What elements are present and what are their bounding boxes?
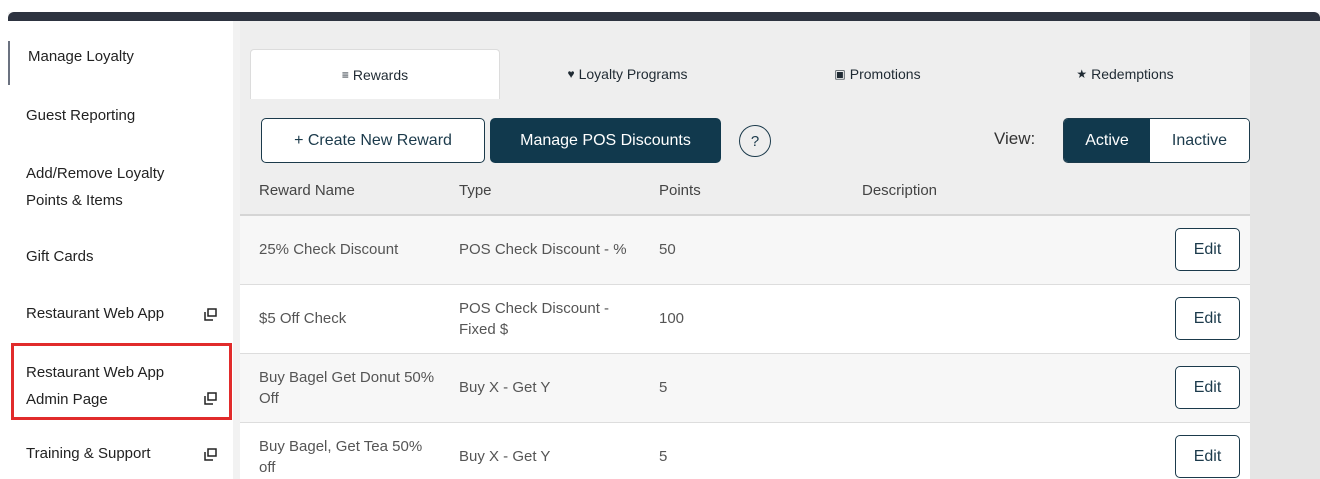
reward-type: POS Check Discount - Fixed $ [440, 284, 640, 354]
list-icon: ≡ [341, 67, 349, 82]
reward-points: 50 [640, 215, 843, 285]
tab-redemptions[interactable]: ★ Redemptions [1000, 49, 1250, 99]
reward-actions: Edit [1143, 353, 1250, 423]
toolbar: + Create New Reward Manage POS Discounts… [240, 99, 1250, 167]
external-link-icon [204, 448, 217, 461]
column-header-actions [1143, 167, 1250, 216]
column-header: Type [440, 167, 640, 216]
reward-actions: Edit [1143, 422, 1250, 479]
sidebar-item-label: Training & Support [26, 445, 151, 462]
right-panel [1250, 21, 1320, 479]
sidebar-item-label: Restaurant Web App [26, 305, 165, 322]
edit-button[interactable]: Edit [1175, 228, 1240, 272]
tab-loyalty-programs[interactable]: ♥ Loyalty Programs [500, 49, 755, 99]
column-header: Description [843, 167, 1143, 216]
view-toggle: Active Inactive [1063, 118, 1250, 163]
help-icon[interactable]: ? [739, 125, 771, 157]
sidebar-item-label-line2: Points & Items [26, 192, 123, 209]
reward-description [843, 422, 1143, 479]
reward-points: 5 [640, 422, 843, 479]
tab-bar: ≡ Rewards ♥ Loyalty Programs ▣ Promotion… [240, 49, 1250, 99]
main-content: ≡ Rewards ♥ Loyalty Programs ▣ Promotion… [240, 21, 1250, 479]
sidebar-item-label: Manage Loyalty [28, 48, 134, 65]
rewards-table: Reward Name Type Points Description 25% … [240, 167, 1250, 479]
table-row: 25% Check Discount POS Check Discount - … [240, 215, 1250, 285]
gift-icon: ▣ [834, 67, 846, 81]
edit-button[interactable]: Edit [1175, 366, 1240, 409]
sidebar-item-training-support[interactable]: Training & Support [8, 441, 233, 467]
manage-pos-discounts-button[interactable]: Manage POS Discounts [490, 118, 721, 163]
star-icon: ★ [1076, 67, 1088, 81]
tab-label: Rewards [352, 66, 409, 83]
view-inactive-button[interactable]: Inactive [1150, 119, 1249, 162]
column-header: Reward Name [240, 167, 440, 216]
top-bar [8, 12, 1320, 21]
table-row: Buy Bagel Get Donut 50% Off Buy X - Get … [240, 353, 1250, 423]
edit-button[interactable]: Edit [1175, 297, 1240, 340]
rewards-panel: + Create New Reward Manage POS Discounts… [240, 99, 1250, 479]
edit-button[interactable]: Edit [1175, 435, 1240, 478]
reward-name: Buy Bagel Get Donut 50% Off [240, 353, 440, 423]
sidebar-item-label: Gift Cards [26, 248, 94, 265]
view-label: View: [994, 129, 1036, 148]
reward-points: 100 [640, 284, 843, 354]
sidebar-item-gift-cards[interactable]: Gift Cards [8, 244, 233, 270]
tab-rewards[interactable]: ≡ Rewards [250, 49, 500, 99]
reward-description [843, 215, 1143, 285]
reward-actions: Edit [1143, 284, 1250, 354]
tab-promotions[interactable]: ▣ Promotions [755, 49, 1000, 99]
create-new-reward-button[interactable]: + Create New Reward [261, 118, 485, 163]
highlight-box [11, 343, 232, 420]
tab-label: Promotions [849, 66, 921, 82]
reward-type: Buy X - Get Y [440, 353, 640, 423]
reward-name: Buy Bagel, Get Tea 50% off [240, 422, 440, 479]
app-frame: Manage Loyalty Guest Reporting Add/Remov… [8, 12, 1320, 479]
table-header-row: Reward Name Type Points Description [240, 167, 1250, 216]
reward-actions: Edit [1143, 215, 1250, 285]
table-row: $5 Off Check POS Check Discount - Fixed … [240, 284, 1250, 354]
reward-name: 25% Check Discount [240, 215, 440, 285]
tab-label: Redemptions [1091, 66, 1174, 82]
view-active-button[interactable]: Active [1064, 119, 1150, 162]
sidebar-item-restaurant-web-app[interactable]: Restaurant Web App [8, 301, 233, 327]
reward-name: $5 Off Check [240, 284, 440, 354]
tab-label: Loyalty Programs [578, 66, 688, 82]
sidebar-item-manage-loyalty[interactable]: Manage Loyalty [8, 41, 233, 85]
sidebar-item-add-remove-points[interactable]: Add/Remove Loyalty Points & Items [8, 160, 233, 214]
reward-type: POS Check Discount - % [440, 215, 640, 285]
reward-points: 5 [640, 353, 843, 423]
external-link-icon [204, 308, 217, 321]
sidebar-item-label: Guest Reporting [26, 107, 136, 124]
column-header: Points [640, 167, 843, 216]
sidebar-item-label: Add/Remove Loyalty [26, 165, 165, 182]
sidebar-item-guest-reporting[interactable]: Guest Reporting [8, 103, 233, 129]
reward-type: Buy X - Get Y [440, 422, 640, 479]
reward-description [843, 353, 1143, 423]
heart-icon: ♥ [567, 67, 575, 81]
table-row: Buy Bagel, Get Tea 50% off Buy X - Get Y… [240, 422, 1250, 479]
reward-description [843, 284, 1143, 354]
